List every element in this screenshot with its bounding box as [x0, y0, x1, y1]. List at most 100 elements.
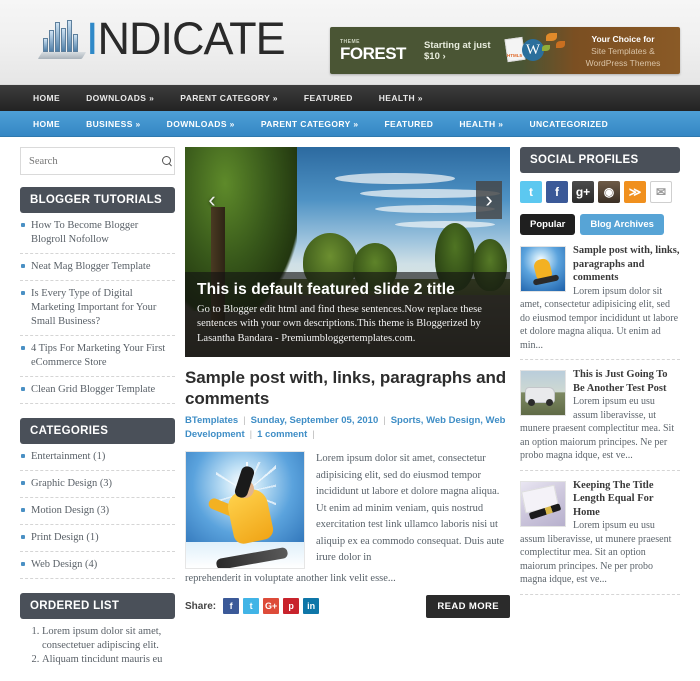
tab-popular[interactable]: Popular: [520, 214, 576, 235]
wordpress-icon: W: [522, 39, 544, 61]
popular-post-snippet: Lorem ipsum eu usu assum liberavisse, ut…: [520, 520, 672, 585]
bar-chart-logo-icon: [37, 17, 87, 61]
nav-main-item-3[interactable]: PARENT CATEGORY »: [248, 111, 372, 137]
left-sidebar: BLOGGER TUTORIALSHow To Become Blogger B…: [20, 147, 175, 681]
banner-brand-name: FOREST: [340, 44, 406, 63]
meta-sep-4: |: [312, 429, 315, 440]
site-logo[interactable]: INDICATE: [37, 13, 286, 64]
list-item[interactable]: Keeping The Title Length Equal For Home L…: [520, 479, 680, 595]
linkedin-share-button[interactable]: in: [303, 598, 320, 614]
nav-top-item-1[interactable]: DOWNLOADS »: [73, 85, 167, 111]
list-item: Aliquam tincidunt mauris eu: [42, 653, 175, 667]
widget-ordered-list: ORDERED LIST Lorem ipsum dolor sit amet, …: [20, 593, 175, 667]
nav-top-item-2[interactable]: PARENT CATEGORY »: [167, 85, 291, 111]
widget-categories: CATEGORIES Entertainment (1) Graphic Desig…: [20, 418, 175, 579]
list-item[interactable]: Entertainment (1): [20, 444, 175, 471]
snowboarder-thumb[interactable]: [520, 246, 566, 292]
google-plus-icon[interactable]: g+: [572, 181, 594, 203]
nav-top-item-0[interactable]: HOME: [20, 85, 73, 111]
list-item[interactable]: Web Design (4): [20, 552, 175, 579]
nav-top-item-3[interactable]: FEATURED: [291, 85, 366, 111]
top-navigation-bar: HOME DOWNLOADS » PARENT CATEGORY » FEATURED…: [0, 85, 700, 111]
content-area: BLOGGER TUTORIALSHow To Become Blogger B…: [20, 137, 680, 681]
social-icon-row: t f g+ ◉ ≫ ✉: [520, 181, 680, 203]
pen-thumb[interactable]: [520, 480, 566, 527]
widget-title: CATEGORIES: [20, 418, 175, 444]
post-title[interactable]: Sample post with, links, paragraphs and …: [185, 367, 510, 409]
logo-letter-i: I: [86, 13, 98, 64]
read-more-button[interactable]: READ MORE: [426, 594, 510, 618]
nav-top-item-4[interactable]: HEALTH »: [366, 85, 436, 111]
post-article: Sample post with, links, paragraphs and …: [185, 357, 510, 618]
post-meta: BTemplates | Sunday, September 05, 2010 | Sp…: [185, 414, 510, 442]
widget-title: BLOGGER TUTORIALS: [20, 187, 175, 213]
slider-description: Go to Blogger edit html and find these s…: [197, 303, 482, 344]
banner-offer-text: Starting at just $10 ›: [424, 39, 491, 62]
meta-sep-1: |: [243, 415, 246, 426]
list-item: Lorem ipsum dolor sit amet, consectetuer…: [42, 625, 175, 653]
pinterest-share-button[interactable]: p: [283, 598, 300, 614]
search-icon[interactable]: [162, 155, 171, 167]
twitter-share-button[interactable]: t: [243, 598, 260, 614]
list-item[interactable]: Sample post with, links, paragraphs and …: [520, 244, 680, 360]
post-thumbnail[interactable]: [185, 451, 305, 569]
meta-sep-3: |: [249, 429, 253, 440]
list-item[interactable]: Neat Mag Blogger Template: [20, 254, 175, 281]
main-column: ‹ › This is default featured slide 2 tit…: [185, 147, 510, 681]
nav-main-item-0[interactable]: HOME: [20, 111, 73, 137]
slider-prev-button[interactable]: ‹: [199, 181, 225, 219]
post-excerpt: Lorem ipsum dolor sit amet, consectetur …: [316, 453, 505, 563]
slider-next-button[interactable]: ›: [476, 181, 502, 219]
page-root: INDICATE THEME FOREST Starting at just $…: [0, 0, 700, 665]
meta-sep-2: |: [383, 415, 386, 426]
facebook-icon[interactable]: f: [546, 181, 568, 203]
tab-blog-archives[interactable]: Blog Archives: [580, 214, 664, 235]
facebook-share-button[interactable]: f: [223, 598, 240, 614]
nav-main-item-4[interactable]: FEATURED: [371, 111, 446, 137]
widget-title: ORDERED LIST: [20, 593, 175, 619]
featured-slider[interactable]: ‹ › This is default featured slide 2 tit…: [185, 147, 510, 357]
banner-tagline-line2: Site Templates &: [591, 45, 655, 56]
right-sidebar: SOCIAL PROFILES t f g+ ◉ ≫ ✉ Popular Blog Arch…: [520, 147, 680, 681]
main-navigation-bar: HOME BUSINESS » DOWNLOADS » PARENT CATEGORY…: [0, 111, 700, 137]
googleplus-share-button[interactable]: G+: [263, 598, 280, 614]
list-item[interactable]: Clean Grid Blogger Template: [20, 377, 175, 404]
email-icon[interactable]: ✉: [650, 181, 672, 203]
list-item[interactable]: This is Just Going To Be Another Test Po…: [520, 368, 680, 471]
search-box[interactable]: [20, 147, 175, 175]
post-author[interactable]: BTemplates: [185, 415, 238, 426]
html5-label: HTML5: [507, 53, 522, 58]
widget-list: How To Become Blogger Blogroll Nofollow N…: [20, 213, 175, 404]
nav-main-item-6[interactable]: UNCATEGORIZED: [516, 111, 621, 137]
nav-main-item-5[interactable]: HEALTH »: [446, 111, 516, 137]
slider-caption: This is default featured slide 2 title G…: [185, 271, 510, 357]
list-item[interactable]: Print Design (1): [20, 525, 175, 552]
post-comments[interactable]: 1 comment: [257, 429, 307, 440]
rss-icon[interactable]: ≫: [624, 181, 646, 203]
popular-posts-list: Sample post with, links, paragraphs and …: [520, 244, 680, 595]
banner-brand: THEME FOREST: [330, 39, 418, 62]
chevron-right-icon: ›: [485, 187, 493, 212]
widget-blogger-tutorials: BLOGGER TUTORIALS How To Become Blogger B…: [20, 187, 175, 404]
chevron-left-icon: ‹: [208, 187, 216, 212]
logo-letters-rest: NDICATE: [97, 13, 286, 64]
list-item[interactable]: Graphic Design (3): [20, 471, 175, 498]
list-item[interactable]: Motion Design (3): [20, 498, 175, 525]
search-input[interactable]: [29, 155, 162, 167]
nav-main-item-2[interactable]: DOWNLOADS »: [154, 111, 248, 137]
nav-main-item-1[interactable]: BUSINESS »: [73, 111, 154, 137]
banner-tagline: Your Choice for Site Templates & WordPre…: [572, 33, 680, 69]
widget-list: Lorem ipsum dolor sit amet, consectetuer…: [20, 619, 175, 667]
van-thumb[interactable]: [520, 370, 566, 416]
list-item[interactable]: How To Become Blogger Blogroll Nofollow: [20, 213, 175, 254]
instagram-icon[interactable]: ◉: [598, 181, 620, 203]
widget-list: Entertainment (1) Graphic Design (3) Motio…: [20, 444, 175, 579]
list-item[interactable]: 4 Tips For Marketing Your First eCommerc…: [20, 336, 175, 377]
banner-tagline-line1: Your Choice for: [591, 33, 655, 44]
list-item[interactable]: Is Every Type of Digital Marketing Impor…: [20, 281, 175, 336]
post-date[interactable]: Sunday, September 05, 2010: [251, 415, 379, 426]
share-bar: Share: f t G+ p in: [185, 598, 320, 614]
themeforest-banner-ad[interactable]: THEME FOREST Starting at just $10 › HTML…: [330, 27, 680, 74]
twitter-icon[interactable]: t: [520, 181, 542, 203]
banner-artwork: HTML5 W: [500, 27, 572, 74]
